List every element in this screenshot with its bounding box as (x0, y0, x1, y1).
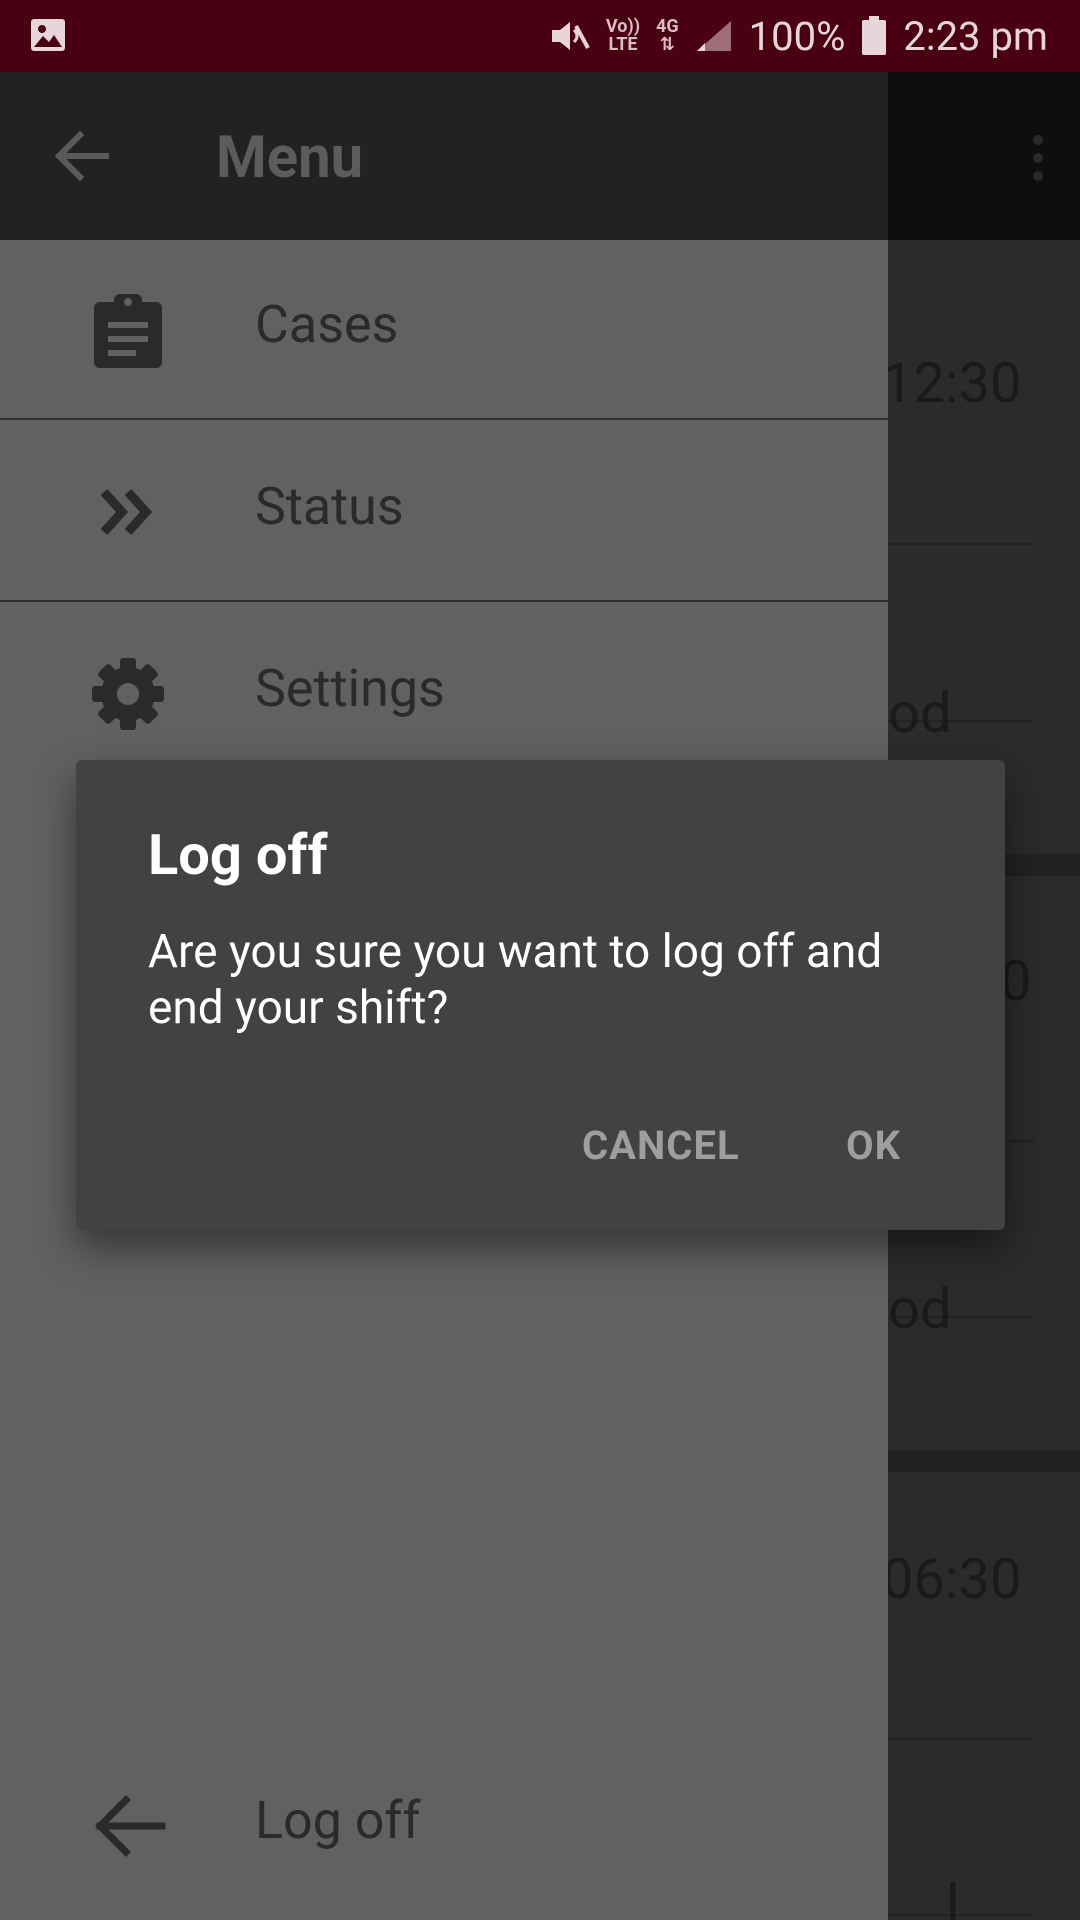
ok-button[interactable]: OK (846, 1122, 901, 1169)
overflow-menu-icon (1033, 135, 1043, 181)
clipboard-icon (94, 294, 162, 368)
dialog-title: Log off (148, 822, 328, 888)
log-off-dialog: Log off Are you sure you want to log off… (76, 760, 1005, 1230)
menu-item-label: Cases (255, 294, 399, 355)
mute-icon (551, 22, 590, 50)
clock: 2:23 pm (903, 12, 1048, 60)
list-item: od (888, 680, 952, 746)
list-item: 12:30 (888, 350, 1022, 416)
arrow-left-icon (95, 1795, 166, 1857)
drawer-title: Menu (216, 124, 364, 192)
menu-item-log-off[interactable]: Log off (0, 1736, 888, 1916)
menu-item-settings[interactable]: Settings (0, 604, 888, 784)
list-item: l (946, 1872, 960, 1920)
double-chevron-icon (100, 488, 153, 536)
dialog-message: Are you sure you want to log off and end… (148, 925, 883, 1035)
menu-item-label: Log off (255, 1790, 421, 1851)
menu-item-cases[interactable]: Cases (0, 240, 888, 420)
battery-percent: 100% (748, 12, 846, 60)
signal-icon (696, 21, 731, 51)
volte-indicator: Vo)) LTE (605, 16, 641, 55)
gear-icon (92, 658, 164, 730)
back-arrow-icon[interactable] (52, 130, 110, 182)
cancel-button[interactable]: CANCEL (582, 1122, 740, 1169)
status-bar: Vo)) LTE 4G ⇅ 100% 2:23 pm (0, 0, 1080, 72)
menu-item-label: Settings (255, 658, 445, 719)
list-item: 06:30 (888, 1546, 1022, 1612)
image-icon (31, 19, 65, 51)
menu-item-label: Status (255, 476, 404, 537)
menu-item-status[interactable]: Status (0, 422, 888, 602)
battery-icon (862, 16, 887, 55)
drawer-header: Menu (0, 72, 888, 240)
network-type-indicator: 4G ⇅ (656, 16, 679, 55)
list-item: od (888, 1276, 952, 1342)
